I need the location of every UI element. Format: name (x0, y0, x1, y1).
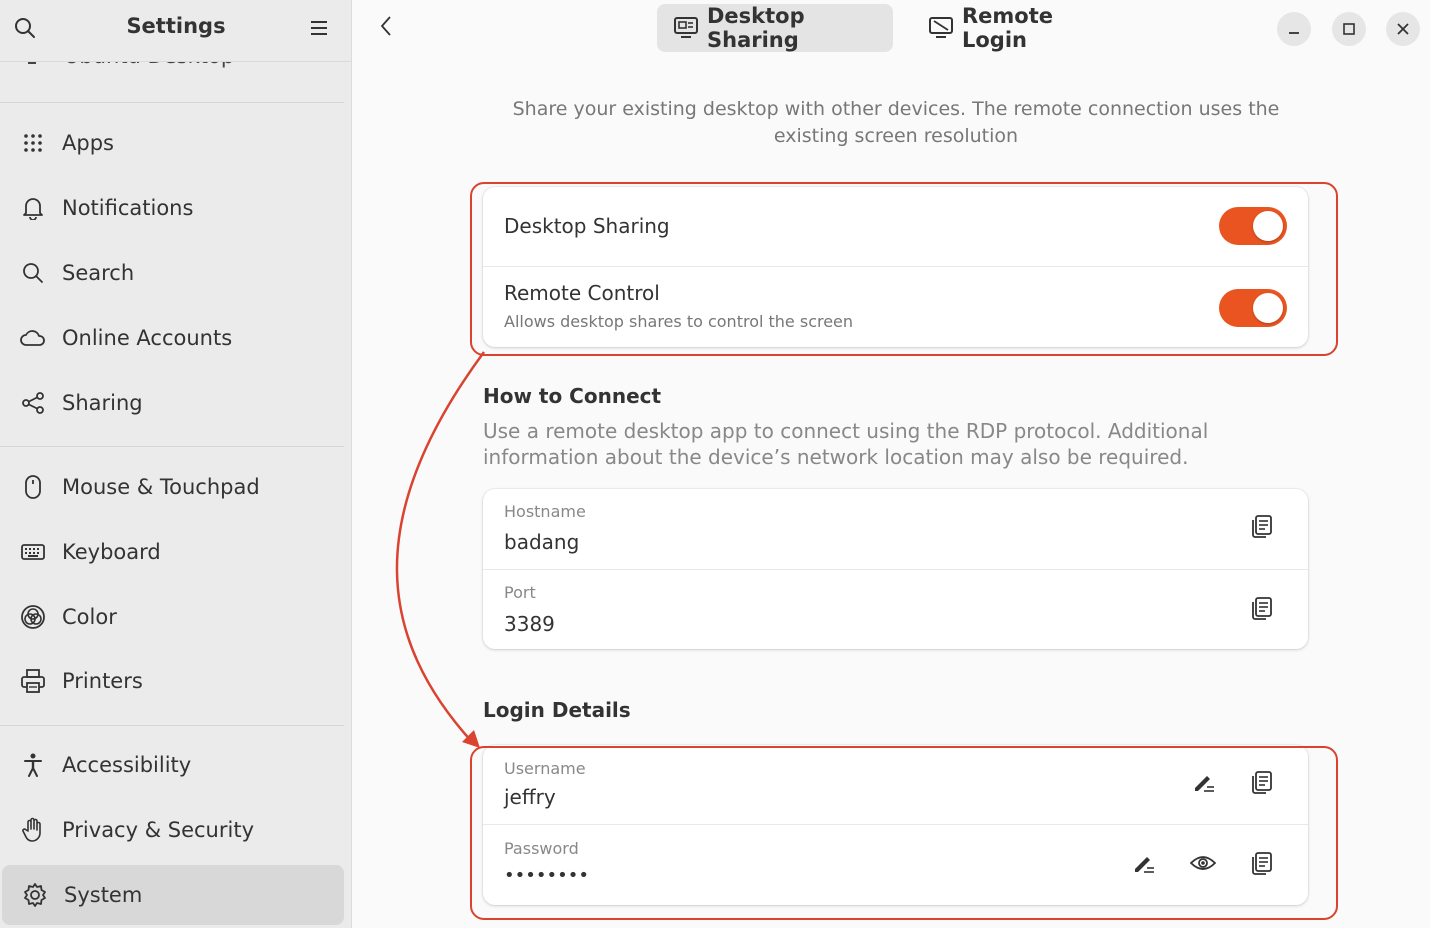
sidebar-item-label: Keyboard (62, 540, 161, 564)
toggle-knob (1253, 293, 1283, 323)
printer-icon (20, 668, 46, 694)
back-button[interactable] (370, 12, 402, 44)
sharing-card: Desktop Sharing Remote Control Allows de… (483, 187, 1308, 347)
cloud-icon (20, 325, 46, 351)
hostname-value: badang (504, 530, 580, 554)
edit-username-button[interactable] (1189, 769, 1219, 799)
sidebar-title: Settings (126, 14, 226, 38)
hand-icon (20, 817, 46, 843)
color-icon (20, 604, 46, 630)
row-title: Remote Control (504, 281, 660, 305)
sidebar: Settings Ubuntu Desktop Apps Notificatio… (0, 0, 352, 928)
chevron-left-icon (380, 15, 392, 41)
copy-icon (1251, 514, 1273, 542)
hostname-label: Hostname (504, 502, 586, 521)
sidebar-item-label: System (64, 883, 143, 907)
copy-port-button[interactable] (1247, 595, 1277, 625)
login-details-heading: Login Details (483, 698, 631, 722)
copy-password-button[interactable] (1247, 850, 1277, 880)
sidebar-header: Settings (0, 0, 351, 62)
sidebar-item-label: Notifications (62, 196, 194, 220)
login-card: Username jeffry Password •••••••• (483, 745, 1308, 905)
bell-icon (20, 195, 46, 221)
port-label: Port (504, 583, 536, 602)
sidebar-divider (0, 446, 344, 447)
remote-control-row: Remote Control Allows desktop shares to … (483, 266, 1308, 347)
sidebar-item-label: Privacy & Security (62, 818, 254, 842)
copy-hostname-button[interactable] (1247, 513, 1277, 543)
show-password-button[interactable] (1188, 850, 1218, 880)
password-label: Password (504, 839, 579, 858)
pencil-icon (1132, 852, 1156, 878)
username-label: Username (504, 759, 586, 778)
remote-login-icon (928, 15, 954, 41)
sidebar-item-label: Mouse & Touchpad (62, 475, 260, 499)
sidebar-item-mouse-touchpad[interactable]: Mouse & Touchpad (0, 457, 344, 517)
sidebar-item-accessibility[interactable]: Accessibility (0, 735, 344, 795)
sidebar-item-label: Sharing (62, 391, 143, 415)
remote-control-toggle[interactable] (1219, 289, 1287, 327)
pencil-icon (1192, 771, 1216, 797)
copy-icon (1251, 851, 1273, 879)
tab-label: Desktop Sharing (707, 4, 805, 52)
how-to-connect-heading: How to Connect (483, 384, 662, 408)
sidebar-item-apps[interactable]: Apps (0, 113, 344, 173)
sidebar-item-privacy-security[interactable]: Privacy & Security (0, 800, 344, 860)
sidebar-item-label: Search (62, 261, 135, 285)
sidebar-item-sharing[interactable]: Sharing (0, 373, 344, 433)
tab-label: Remote Login (962, 4, 1054, 52)
toggle-knob (1253, 211, 1283, 241)
username-value: jeffry (504, 785, 556, 809)
mouse-icon (20, 474, 46, 500)
password-value: •••••••• (504, 865, 589, 886)
sidebar-item-search[interactable]: Search (0, 243, 344, 303)
sidebar-item-label: Color (62, 605, 117, 629)
sidebar-item-notifications[interactable]: Notifications (0, 178, 344, 238)
gear-icon (22, 882, 48, 908)
username-row: Username jeffry (483, 745, 1308, 824)
row-subtitle: Allows desktop shares to control the scr… (504, 312, 854, 331)
maximize-icon (1343, 20, 1355, 39)
copy-icon (1251, 770, 1273, 798)
hostname-row: Hostname badang (483, 489, 1308, 569)
apps-grid-icon (20, 130, 46, 156)
copy-icon (1251, 596, 1273, 624)
minimize-icon (1288, 20, 1300, 39)
sidebar-divider (0, 725, 344, 726)
minimize-button[interactable] (1277, 12, 1311, 46)
menu-icon[interactable] (305, 14, 333, 42)
close-icon (1397, 20, 1409, 39)
desktop-sharing-icon (673, 15, 699, 41)
maximize-button[interactable] (1332, 12, 1366, 46)
accessibility-icon (20, 752, 46, 778)
sidebar-item-system[interactable]: System (2, 865, 344, 925)
how-to-connect-description: Use a remote desktop app to connect usin… (483, 419, 1209, 469)
tab-remote-login[interactable]: Remote Login (912, 4, 1118, 52)
port-row: Port 3389 (483, 569, 1308, 649)
share-icon (20, 390, 46, 416)
sidebar-item-label: Apps (62, 131, 114, 155)
eye-icon (1189, 854, 1217, 876)
tab-desktop-sharing[interactable]: Desktop Sharing (657, 4, 893, 52)
row-title: Desktop Sharing (504, 214, 670, 238)
keyboard-icon (20, 539, 46, 565)
sidebar-item-label: Online Accounts (62, 326, 233, 350)
sidebar-item-keyboard[interactable]: Keyboard (0, 522, 344, 582)
sidebar-item-color[interactable]: Color (0, 587, 344, 647)
sidebar-item-printers[interactable]: Printers (0, 651, 344, 711)
sidebar-item-label: Accessibility (62, 753, 192, 777)
sidebar-item-label: Printers (62, 669, 143, 693)
password-row: Password •••••••• (483, 824, 1308, 905)
edit-password-button[interactable] (1129, 850, 1159, 880)
copy-username-button[interactable] (1247, 769, 1277, 799)
desktop-sharing-row: Desktop Sharing (483, 187, 1308, 266)
desktop-sharing-toggle[interactable] (1219, 207, 1287, 245)
sidebar-item-online-accounts[interactable]: Online Accounts (0, 308, 344, 368)
port-value: 3389 (504, 612, 555, 636)
connection-card: Hostname badang Port 3389 (483, 489, 1308, 649)
search-icon (20, 260, 46, 286)
page-description: Share your existing desktop with other d… (512, 98, 1280, 147)
close-button[interactable] (1386, 12, 1420, 46)
sidebar-divider (0, 102, 344, 103)
